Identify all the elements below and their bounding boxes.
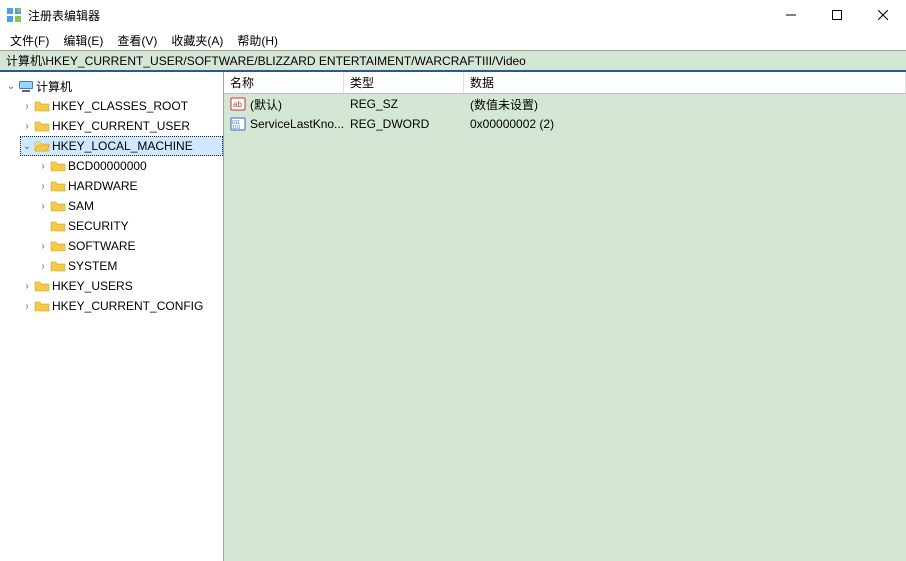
folder-icon xyxy=(50,198,66,214)
tree-label: HARDWARE xyxy=(68,179,138,193)
tree-label: BCD00000000 xyxy=(68,159,147,173)
cell-type: REG_SZ xyxy=(344,97,464,111)
expander-icon[interactable]: ⌄ xyxy=(4,81,18,92)
list-header: 名称 类型 数据 xyxy=(224,72,906,94)
cell-data: 0x00000002 (2) xyxy=(464,117,906,131)
expander-icon[interactable]: › xyxy=(36,261,50,272)
column-label: 类型 xyxy=(350,76,374,90)
values-pane[interactable]: 名称 类型 数据 ab (默认) REG_SZ(数值未设置) 011110 Servic… xyxy=(224,72,906,561)
maximize-button[interactable] xyxy=(814,0,860,30)
cell-data: (数值未设置) xyxy=(464,96,906,113)
address-bar[interactable]: 计算机\HKEY_CURRENT_USER/SOFTWARE/BLIZZARD … xyxy=(0,50,906,72)
expander-icon[interactable]: › xyxy=(20,301,34,312)
folder-icon xyxy=(34,118,50,134)
menu-help[interactable]: 帮助(H) xyxy=(231,31,284,50)
window-controls xyxy=(768,0,906,30)
cell-name: ab (默认) xyxy=(224,96,344,113)
tree-node-hklm[interactable]: ⌄ HKEY_LOCAL_MACHINE xyxy=(20,136,223,156)
tree-node-hkcu[interactable]: › HKEY_CURRENT_USER xyxy=(20,116,223,136)
column-header-data[interactable]: 数据 xyxy=(464,72,906,93)
tree-node-security[interactable]: SECURITY xyxy=(36,216,223,236)
tree-node-hkcr[interactable]: › HKEY_CLASSES_ROOT xyxy=(20,96,223,116)
menu-view[interactable]: 查看(V) xyxy=(111,31,163,50)
column-header-name[interactable]: 名称 xyxy=(224,72,344,93)
folder-icon xyxy=(50,218,66,234)
computer-icon xyxy=(18,78,34,94)
app-icon xyxy=(6,7,22,23)
expander-icon[interactable]: › xyxy=(20,101,34,112)
tree-node-hkcc[interactable]: › HKEY_CURRENT_CONFIG xyxy=(20,296,223,316)
folder-icon xyxy=(50,258,66,274)
value-name: ServiceLastKno... xyxy=(250,117,344,131)
expander-icon[interactable]: › xyxy=(36,241,50,252)
tree-pane[interactable]: ⌄ 计算机 › HKEY_CLASSES_ROOT xyxy=(0,72,224,561)
tree-label: SYSTEM xyxy=(68,259,117,273)
tree-node-software[interactable]: › SOFTWARE xyxy=(36,236,223,256)
expander-icon[interactable]: › xyxy=(36,201,50,212)
tree-node-computer[interactable]: ⌄ 计算机 xyxy=(4,76,223,96)
tree-label: HKEY_USERS xyxy=(52,279,133,293)
tree-node-bcd[interactable]: › BCD00000000 xyxy=(36,156,223,176)
value-name: (默认) xyxy=(250,96,282,113)
cell-type: REG_DWORD xyxy=(344,117,464,131)
tree-label: 计算机 xyxy=(36,78,72,95)
tree-node-sam[interactable]: › SAM xyxy=(36,196,223,216)
title-bar: 注册表编辑器 xyxy=(0,0,906,30)
folder-icon xyxy=(50,158,66,174)
minimize-button[interactable] xyxy=(768,0,814,30)
folder-icon xyxy=(50,178,66,194)
expander-icon[interactable]: › xyxy=(20,281,34,292)
tree-label: SECURITY xyxy=(68,219,129,233)
expander-icon[interactable]: › xyxy=(20,121,34,132)
tree-label: SAM xyxy=(68,199,94,213)
folder-icon xyxy=(34,298,50,314)
menu-file[interactable]: 文件(F) xyxy=(4,31,55,50)
column-label: 数据 xyxy=(470,76,494,90)
tree-label: HKEY_CURRENT_USER xyxy=(52,119,190,133)
list-body: ab (默认) REG_SZ(数值未设置) 011110 ServiceLastKno.… xyxy=(224,94,906,134)
tree-node-hardware[interactable]: › HARDWARE xyxy=(36,176,223,196)
tree-label: SOFTWARE xyxy=(68,239,136,253)
tree-label: HKEY_LOCAL_MACHINE xyxy=(52,139,193,153)
address-text: 计算机\HKEY_CURRENT_USER/SOFTWARE/BLIZZARD … xyxy=(6,52,526,69)
cell-name: 011110 ServiceLastKno... xyxy=(224,116,344,132)
list-row[interactable]: ab (默认) REG_SZ(数值未设置) xyxy=(224,94,906,114)
menu-favorites[interactable]: 收藏夹(A) xyxy=(165,31,229,50)
string-value-icon: ab xyxy=(230,96,246,112)
menu-edit[interactable]: 编辑(E) xyxy=(57,31,109,50)
column-label: 名称 xyxy=(230,74,254,91)
column-header-type[interactable]: 类型 xyxy=(344,72,464,93)
expander-icon[interactable]: › xyxy=(36,181,50,192)
svg-text:ab: ab xyxy=(233,100,242,109)
svg-text:110: 110 xyxy=(232,125,240,131)
tree-label: HKEY_CLASSES_ROOT xyxy=(52,99,188,113)
folder-icon xyxy=(50,238,66,254)
expander-icon[interactable]: › xyxy=(36,161,50,172)
folder-icon xyxy=(34,278,50,294)
tree-label: HKEY_CURRENT_CONFIG xyxy=(52,299,203,313)
tree-node-system[interactable]: › SYSTEM xyxy=(36,256,223,276)
binary-value-icon: 011110 xyxy=(230,116,246,132)
close-button[interactable] xyxy=(860,0,906,30)
menu-bar: 文件(F) 编辑(E) 查看(V) 收藏夹(A) 帮助(H) xyxy=(0,30,906,50)
main-area: ⌄ 计算机 › HKEY_CLASSES_ROOT xyxy=(0,72,906,561)
folder-icon xyxy=(34,98,50,114)
folder-open-icon xyxy=(34,138,50,154)
tree-node-hku[interactable]: › HKEY_USERS xyxy=(20,276,223,296)
window-title: 注册表编辑器 xyxy=(28,7,768,24)
expander-icon[interactable]: ⌄ xyxy=(20,141,34,152)
list-row[interactable]: 011110 ServiceLastKno...REG_DWORD0x000000… xyxy=(224,114,906,134)
